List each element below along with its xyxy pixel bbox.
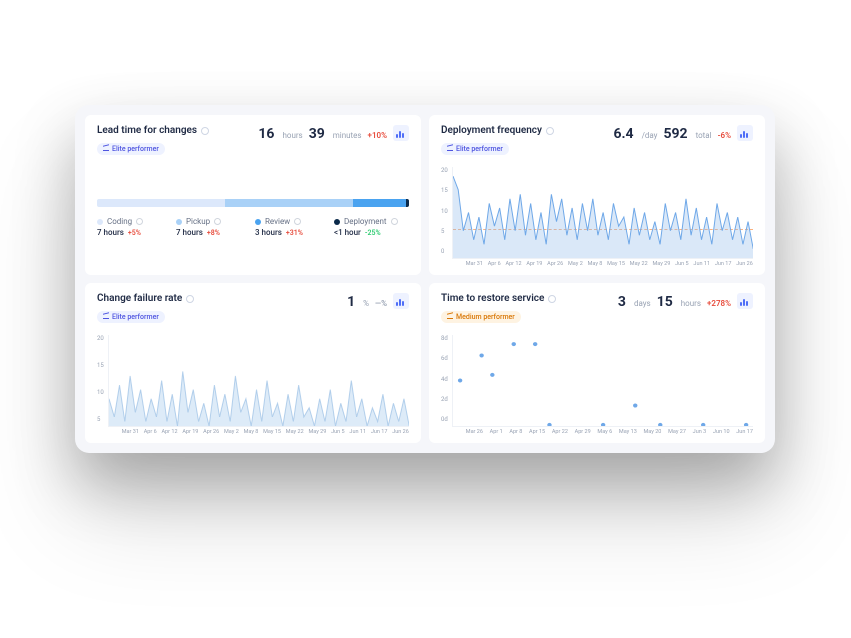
bar-chart-icon xyxy=(396,128,406,138)
metric-summary: 6.4/day 592total -6% xyxy=(613,125,753,142)
panel-restore: Time to restore service Medium performer… xyxy=(429,283,765,443)
y-axis: 20151050 xyxy=(441,167,452,267)
bar-chart-icon xyxy=(396,296,406,306)
stacked-bar xyxy=(97,199,409,207)
trend-icon xyxy=(103,315,109,319)
area-chart[interactable] xyxy=(108,335,409,427)
stack-segment[interactable] xyxy=(97,199,225,207)
bar-chart-icon xyxy=(740,128,750,138)
metric-summary: 3days 15hours +278% xyxy=(618,293,753,310)
y-axis: 2015105 xyxy=(97,335,108,435)
legend-item: Coding7 hours+5% xyxy=(97,217,172,237)
delta-value: —% xyxy=(375,299,387,308)
legend-item: Deployment<1 hour-25% xyxy=(334,217,409,237)
chart-toggle-button[interactable] xyxy=(737,293,753,309)
panel-title: Lead time for changes xyxy=(97,125,197,136)
trend-icon xyxy=(103,147,109,151)
trend-icon xyxy=(447,315,453,319)
trend-icon xyxy=(447,147,453,151)
delta-value: +278% xyxy=(707,299,731,308)
scatter-chart[interactable] xyxy=(452,335,753,427)
performance-badge: Elite performer xyxy=(97,143,165,155)
chart-toggle-button[interactable] xyxy=(737,125,753,141)
legend: Coding7 hours+5%Pickup7 hours+8%Review3 … xyxy=(97,217,409,237)
info-icon[interactable] xyxy=(201,127,209,135)
metric-summary: 1% —% xyxy=(347,293,409,310)
stack-segment[interactable] xyxy=(225,199,353,207)
panel-deploy-freq: Deployment frequency Elite performer 6.4… xyxy=(429,115,765,275)
panel-lead-time: Lead time for changes Elite performer 16… xyxy=(85,115,421,275)
legend-item: Review3 hours+31% xyxy=(255,217,330,237)
panel-title: Change failure rate xyxy=(97,293,182,304)
info-icon[interactable] xyxy=(186,295,194,303)
chart-toggle-button[interactable] xyxy=(393,125,409,141)
info-icon[interactable] xyxy=(548,295,556,303)
performance-badge: Elite performer xyxy=(441,143,509,155)
delta-value: +10% xyxy=(368,131,387,140)
legend-item: Pickup7 hours+8% xyxy=(176,217,251,237)
y-axis: 8d6d4d2d0d xyxy=(441,335,452,435)
bar-chart-icon xyxy=(740,296,750,306)
chart-toggle-button[interactable] xyxy=(393,293,409,309)
performance-badge: Medium performer xyxy=(441,311,521,323)
info-icon[interactable] xyxy=(546,127,554,135)
stack-segment[interactable] xyxy=(353,199,406,207)
stack-segment[interactable] xyxy=(406,199,409,207)
metric-summary: 16hours 39minutes +10% xyxy=(258,125,409,142)
panel-title: Time to restore service xyxy=(441,293,544,304)
panel-title: Deployment frequency xyxy=(441,125,542,136)
performance-badge: Elite performer xyxy=(97,311,165,323)
dashboard-frame: Lead time for changes Elite performer 16… xyxy=(75,105,775,453)
x-axis: Mar 31Apr 6Apr 12Apr 19Apr 26May 2May 8M… xyxy=(452,261,753,267)
x-axis: Mar 31Apr 6Apr 12Apr 19Apr 26May 2May 8M… xyxy=(108,429,409,435)
area-chart[interactable] xyxy=(452,167,753,259)
x-axis: Mar 26Apr 1Apr 8Apr 15Apr 22Apr 29May 6M… xyxy=(452,429,753,435)
delta-value: -6% xyxy=(718,131,731,140)
panel-change-fail: Change failure rate Elite performer 1% —… xyxy=(85,283,421,443)
